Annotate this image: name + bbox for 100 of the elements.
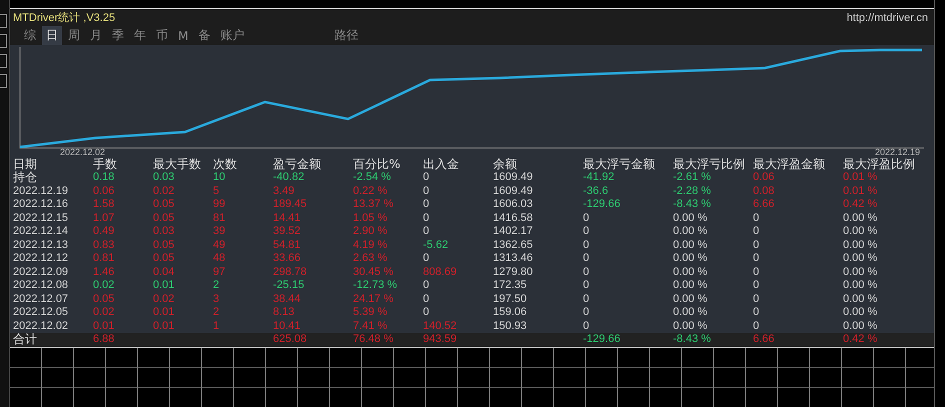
path-button[interactable]: 路径 <box>330 26 362 45</box>
table-cell: 0.04 <box>153 266 174 279</box>
table-cell: 943.59 <box>423 333 457 346</box>
table-cell: 30.45 % <box>353 266 394 279</box>
table-cell: 2.90 % <box>353 225 388 238</box>
table-cell: 33.66 <box>273 252 301 266</box>
column-header: 最大浮亏金额 <box>583 157 655 171</box>
table-cell: 197.50 <box>493 292 527 306</box>
table-cell: 97 <box>213 266 226 279</box>
table-cell: 0.22 % <box>353 184 388 198</box>
table-cell: 1609.49 <box>493 184 533 198</box>
table-cell: 0 <box>583 279 590 292</box>
table-cell: 0.02 <box>93 306 114 320</box>
table-cell: 1.05 % <box>353 212 388 225</box>
tab[interactable]: 币 <box>152 26 172 45</box>
table-cell: 0.00 % <box>673 266 708 279</box>
column-header: 最大浮盈金额 <box>753 157 825 171</box>
table-cell: 3 <box>213 292 220 306</box>
table-cell: 0 <box>423 184 430 198</box>
table-cell: 38.44 <box>273 292 301 306</box>
table-cell: 2022.12.12 <box>13 252 68 266</box>
table-cell: 0 <box>583 252 590 266</box>
table-cell: 0.03 <box>153 225 174 238</box>
table-cell: 0 <box>423 225 430 238</box>
table-cell: 0.00 % <box>673 238 708 252</box>
table-cell: 2 <box>213 279 220 292</box>
axis-label: 2022.12.19 <box>874 147 920 157</box>
table-cell: -5.62 <box>423 238 448 252</box>
tab[interactable]: 季 <box>108 26 128 45</box>
table-cell: 54.81 <box>273 238 301 252</box>
column-header: 手数 <box>93 157 117 171</box>
table-cell: 6.88 <box>93 333 114 346</box>
table-cell: 0.05 <box>93 292 114 306</box>
table-cell: 0 <box>753 252 760 266</box>
table-cell: 808.69 <box>423 266 457 279</box>
tab[interactable]: 备 <box>194 26 214 45</box>
table-cell: 10.41 <box>273 320 301 333</box>
table-cell: 0 <box>583 266 590 279</box>
table-cell: 2022.12.16 <box>13 198 68 212</box>
table-cell: 0.00 % <box>673 212 708 225</box>
table-cell: 0.05 <box>153 212 174 225</box>
table-cell: 2022.12.13 <box>13 238 68 252</box>
tab[interactable]: 综 <box>20 26 40 45</box>
table-cell: 3.49 <box>273 184 294 198</box>
table-cell: 6.66 <box>753 198 774 212</box>
table-cell: 0.05 <box>153 238 174 252</box>
table-cell: 0.00 % <box>673 306 708 320</box>
table-cell: 0.02 <box>93 279 114 292</box>
column-header: 最大浮盈比例 <box>843 157 915 171</box>
table-cell: 0 <box>753 320 760 333</box>
website-url: http://mtdriver.cn <box>846 12 928 24</box>
table-cell: 0.05 <box>153 198 174 212</box>
table-cell: 150.93 <box>493 320 527 333</box>
table-cell: 0 <box>583 320 590 333</box>
tab[interactable]: 周 <box>64 26 84 45</box>
table-cell: -2.54 % <box>353 171 391 184</box>
table-cell: 298.78 <box>273 266 307 279</box>
table-cell: 2022.12.14 <box>13 225 68 238</box>
table-cell: 0.00 % <box>673 252 708 266</box>
column-header: 百分比% <box>353 157 400 171</box>
table-cell: 0.01 % <box>843 171 878 184</box>
table-cell: 0.83 <box>93 238 114 252</box>
table-cell: 0.01 <box>153 320 174 333</box>
table-cell: 2.63 % <box>353 252 388 266</box>
table-cell: 0.18 <box>93 171 114 184</box>
table-cell: 76.48 % <box>353 333 394 346</box>
table-cell: 1609.49 <box>493 171 533 184</box>
table-cell: 1362.65 <box>493 238 533 252</box>
tab[interactable]: M <box>174 28 192 44</box>
table-cell: 0 <box>423 171 430 184</box>
table-cell: -41.92 <box>583 171 614 184</box>
table-cell: 625.08 <box>273 333 307 346</box>
table-cell: 0.00 % <box>843 212 878 225</box>
table-cell: 0 <box>753 292 760 306</box>
table-cell: 0.00 % <box>843 306 878 320</box>
tab[interactable]: 账户 <box>216 26 248 45</box>
table-cell: 0 <box>423 212 430 225</box>
table-cell: 0.05 <box>153 252 174 266</box>
table-cell: -8.43 % <box>673 333 711 346</box>
table-cell: 0.42 % <box>843 333 878 346</box>
table-cell: 81 <box>213 212 226 225</box>
table-cell: 2022.12.08 <box>13 279 68 292</box>
table-cell: 0.00 % <box>843 320 878 333</box>
table-cell: -25.15 <box>273 279 304 292</box>
table-cell: 0.00 % <box>843 266 878 279</box>
table-cell: 0.02 <box>153 184 174 198</box>
tab[interactable]: 月 <box>86 26 106 45</box>
tab[interactable]: 日 <box>42 26 62 45</box>
table-cell: 0.00 % <box>843 279 878 292</box>
table-cell: 0 <box>583 238 590 252</box>
column-header: 盈亏金额 <box>273 157 321 171</box>
tab[interactable]: 年 <box>130 26 150 45</box>
column-header: 余额 <box>493 157 517 171</box>
table-cell: 0.00 % <box>673 225 708 238</box>
table-cell: 0.01 <box>153 306 174 320</box>
table-cell: 1 <box>213 320 220 333</box>
table-cell: 0 <box>583 306 590 320</box>
table-cell: 99 <box>213 198 226 212</box>
table-cell: 0.00 % <box>673 292 708 306</box>
table-cell: 24.17 % <box>353 292 394 306</box>
